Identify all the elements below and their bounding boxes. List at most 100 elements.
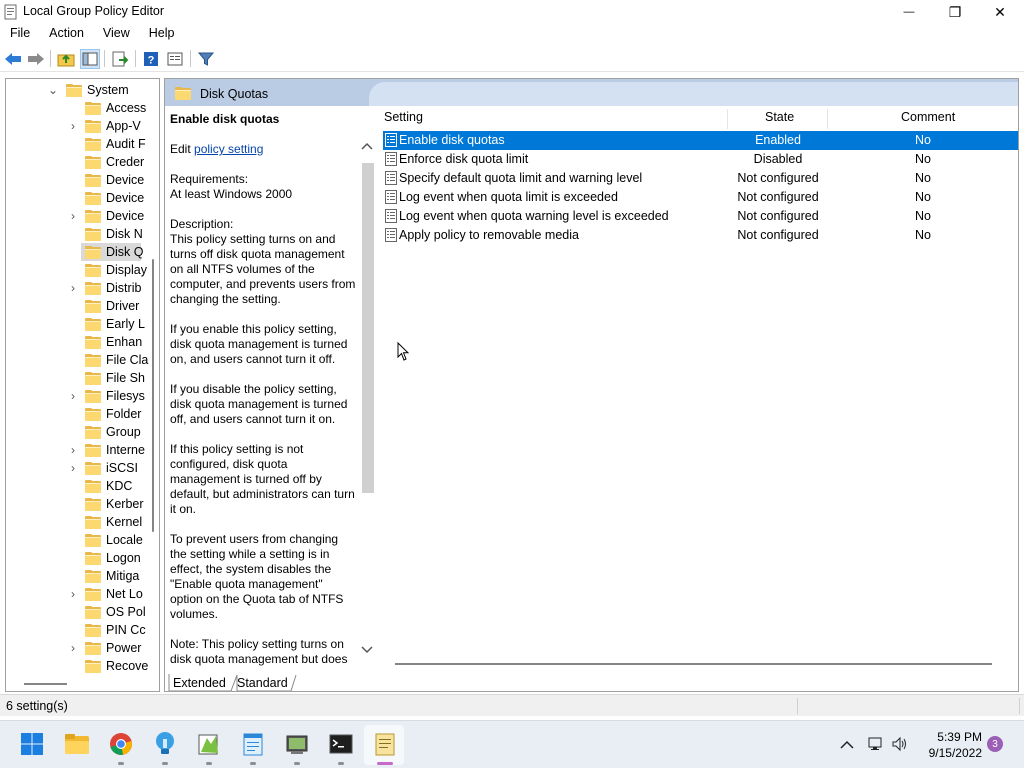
setting-row[interactable]: Log event when quota limit is exceeded No… [383, 188, 1018, 207]
start-button[interactable] [18, 730, 46, 758]
chevron-down-icon[interactable]: ⌄ [47, 81, 59, 99]
policy-setting-icon [385, 209, 397, 223]
chevron-right-icon[interactable]: › [67, 459, 79, 477]
group-policy-button[interactable] [283, 730, 311, 758]
tree-item[interactable]: › iSCSI [71, 459, 138, 477]
policy-setting-link[interactable]: policy setting [194, 142, 263, 156]
tree-item[interactable]: Kerber [85, 495, 144, 513]
chevron-right-icon[interactable]: › [67, 207, 79, 225]
tree-item[interactable]: Disk Q [81, 243, 144, 261]
tree-item[interactable]: Locale [85, 531, 143, 549]
tree-item[interactable]: Audit F [85, 135, 146, 153]
tree-item[interactable]: Mitiga [85, 567, 139, 585]
close-button[interactable]: ✕ [977, 0, 1023, 24]
setting-name: Log event when quota warning level is ex… [399, 209, 669, 223]
up-one-level-button[interactable] [56, 49, 76, 69]
setting-row[interactable]: Enforce disk quota limit Disabled No [383, 150, 1018, 169]
setting-row[interactable]: Log event when quota warning level is ex… [383, 207, 1018, 226]
export-list-icon [112, 51, 129, 67]
setting-row[interactable]: Apply policy to removable media Not confi… [383, 226, 1018, 245]
setting-row[interactable]: Specify default quota limit and warning … [383, 169, 1018, 188]
show-hide-tree-button[interactable] [80, 49, 100, 69]
folder-icon [85, 371, 101, 385]
tips-button[interactable] [151, 730, 179, 758]
forward-button[interactable] [26, 49, 46, 69]
export-list-button[interactable] [110, 49, 130, 69]
terminal-button[interactable] [327, 730, 355, 758]
tree-item[interactable]: › Net Lo [71, 585, 143, 603]
menu-help[interactable]: Help [139, 24, 184, 44]
maximize-icon: ❐ [948, 3, 962, 20]
tree-item[interactable]: Enhan [85, 333, 142, 351]
notepad-button[interactable] [239, 730, 267, 758]
folder-icon [85, 569, 101, 583]
tree-item[interactable]: File Sh [85, 369, 145, 387]
tree-item[interactable]: › Power [71, 639, 141, 657]
tree-item[interactable]: KDC [85, 477, 132, 495]
tree-item[interactable]: Creder [85, 153, 144, 171]
network-icon[interactable] [866, 736, 884, 752]
tree-item[interactable]: Disk N [85, 225, 143, 243]
system-clock[interactable]: 5:39 PM 9/15/2022 [916, 729, 982, 761]
tree-item[interactable]: Display [85, 261, 147, 279]
tree-vertical-scrollbar[interactable] [152, 259, 154, 532]
tab-extended[interactable]: Extended [173, 676, 226, 690]
tree-item[interactable]: File Cla [85, 351, 148, 369]
tree-item[interactable]: Device [85, 189, 144, 207]
chevron-up-icon[interactable] [840, 740, 854, 750]
navigation-tree[interactable]: ⌄ System Access › App-V Audit F Creder Device De… [5, 78, 160, 692]
tab-standard[interactable]: Standard [237, 676, 288, 690]
tree-item[interactable]: OS Pol [85, 603, 146, 621]
folder-icon [85, 461, 101, 475]
tree-item[interactable]: Logon [85, 549, 141, 567]
column-header-setting[interactable]: Setting [384, 110, 423, 130]
chrome-button[interactable] [107, 730, 135, 758]
notes-button[interactable] [371, 730, 399, 758]
tree-item-label: Mitiga [106, 569, 140, 583]
tree-item[interactable]: Recove [85, 657, 148, 675]
tree-item[interactable]: ⌄ System [48, 81, 129, 99]
chevron-right-icon[interactable]: › [67, 585, 79, 603]
tree-item[interactable]: PIN Cc [85, 621, 146, 639]
properties-button[interactable] [165, 49, 185, 69]
volume-icon[interactable] [891, 736, 909, 752]
tree-item[interactable]: Folder [85, 405, 141, 423]
tree-item[interactable]: Device [85, 171, 144, 189]
minimize-button[interactable]: — [886, 0, 932, 24]
menu-file[interactable]: File [0, 24, 39, 44]
tree-item[interactable]: › App-V [71, 117, 141, 135]
tree-item[interactable]: › Interne [71, 441, 145, 459]
tree-item[interactable]: Early L [85, 315, 145, 333]
setting-row[interactable]: Enable disk quotas Enabled No [383, 131, 1018, 150]
notification-badge[interactable]: 3 [987, 736, 1003, 752]
scroll-down-icon[interactable] [361, 646, 373, 654]
tree-horizontal-scrollbar[interactable] [24, 683, 67, 685]
description-scrollbar-thumb[interactable] [362, 163, 374, 493]
chevron-right-icon[interactable]: › [67, 387, 79, 405]
tree-item[interactable]: › Device [71, 207, 145, 225]
tree-item-label: Device [106, 209, 145, 223]
file-explorer-button[interactable] [63, 730, 91, 758]
tree-item[interactable]: › Filesys [71, 387, 145, 405]
chevron-right-icon[interactable]: › [67, 279, 79, 297]
tree-item[interactable]: Group [85, 423, 141, 441]
tree-item[interactable]: › Distrib [71, 279, 141, 297]
chevron-right-icon[interactable]: › [67, 441, 79, 459]
maximize-button[interactable]: ❐ [932, 0, 978, 24]
help-button[interactable]: ? [141, 49, 161, 69]
menu-action[interactable]: Action [39, 24, 93, 44]
setting-name: Log event when quota limit is exceeded [399, 190, 618, 204]
scroll-up-icon[interactable] [361, 142, 373, 150]
list-horizontal-scrollbar[interactable] [395, 663, 992, 665]
chevron-right-icon[interactable]: › [67, 117, 79, 135]
menu-view[interactable]: View [93, 24, 139, 44]
tree-item[interactable]: Access [85, 99, 146, 117]
back-button[interactable] [3, 49, 23, 69]
tree-item[interactable]: Kernel [85, 513, 142, 531]
tree-item[interactable]: Driver [85, 297, 139, 315]
column-header-state[interactable]: State [765, 110, 794, 130]
chevron-right-icon[interactable]: › [67, 639, 79, 657]
column-header-comment[interactable]: Comment [901, 110, 955, 130]
notepad-plus-button[interactable] [195, 730, 223, 758]
filter-button[interactable] [196, 49, 216, 69]
